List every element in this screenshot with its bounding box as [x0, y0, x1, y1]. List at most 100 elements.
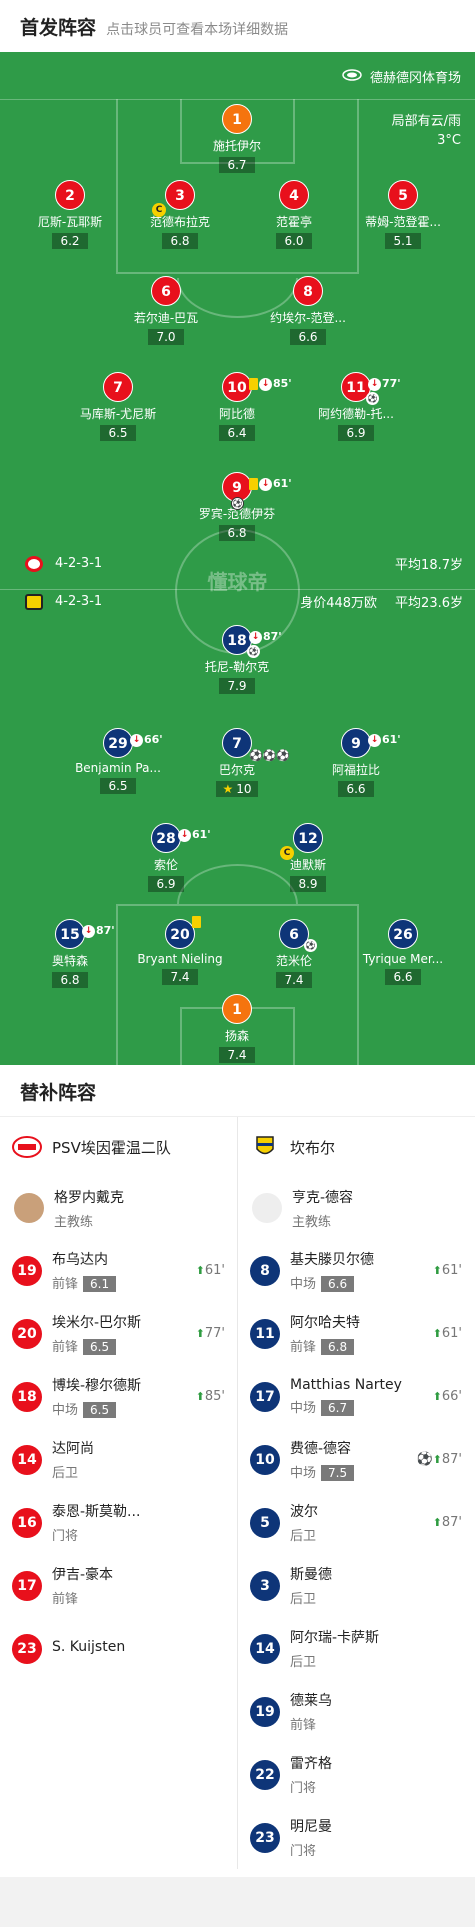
home-player-10[interactable]: 10 ↓ 85' 阿比德 6.4 — [172, 372, 302, 441]
sub-off-icon: ↓ — [259, 477, 272, 491]
sub-player-name: 泰恩-斯莫勒... — [52, 1504, 141, 1520]
sub-in-icon: ⬆ — [195, 1264, 205, 1277]
sub-player-row[interactable]: 16 泰恩-斯莫勒... 门将 — [0, 1491, 237, 1554]
sub-player-number: 17 — [12, 1570, 42, 1601]
sub-player-row[interactable]: 3 斯曼德 后卫 — [238, 1554, 474, 1617]
home-avg-age: 平均18.7岁 — [395, 558, 463, 573]
player-rating: 6.6 — [385, 969, 421, 985]
stadium-icon — [342, 68, 362, 85]
weather-desc: 局部有云/雨 — [391, 114, 461, 129]
player-name: 阿福拉比 — [331, 763, 380, 777]
home-player-gk[interactable]: 1 施托伊尔 6.7 — [172, 104, 302, 173]
sub-player-row[interactable]: 8 基夫滕贝尔德 中场 6.6 ⬆61' — [238, 1239, 474, 1302]
player-rating: 7.4 — [162, 969, 198, 985]
hat-trick-icons: ⚽⚽⚽ — [249, 749, 291, 762]
sub-in-minute: 61' — [441, 1263, 462, 1278]
player-number: 28 — [156, 831, 176, 847]
sub-player-row[interactable]: 19 布乌达内 前锋 6.1 ⬆61' — [0, 1239, 237, 1302]
player-rating: 6.8 — [219, 525, 255, 541]
sub-minute: 87' — [263, 630, 282, 643]
sub-player-row[interactable]: 22 雷齐格 门将 — [238, 1743, 474, 1806]
player-name: 马库斯-尤尼斯 — [79, 407, 157, 421]
sub-player-name: 雷齐格 — [290, 1756, 332, 1772]
sub-player-name: Matthias Nartey — [290, 1377, 402, 1393]
sub-player-name: 达阿尚 — [52, 1441, 94, 1457]
player-name: 约埃尔-范登... — [270, 311, 346, 325]
sub-player-position: 门将 — [52, 1529, 79, 1544]
sub-player-row[interactable]: 23 明尼曼 门将 — [238, 1806, 474, 1869]
player-name: 范德布拉克 — [149, 215, 210, 229]
sub-off-icon: ↓ — [130, 733, 143, 747]
player-number: 6 — [151, 276, 181, 306]
yellow-card-icon — [192, 916, 201, 928]
psv-logo-icon — [12, 1136, 42, 1158]
sub-in-indicator: ⬆77' — [196, 1326, 225, 1341]
player-events: ↓ 87' — [82, 916, 115, 946]
pitch: 德赫德冈体育场 局部有云/雨 3°C 懂球帝 4-2-3-1 平均18.7岁 4… — [0, 52, 475, 1065]
sub-player-row[interactable]: 14 阿尔瑞-卡萨斯 后卫 — [238, 1617, 474, 1680]
coach-avatar-placeholder-icon — [252, 1193, 282, 1223]
home-player-7[interactable]: 7 马库斯-尤尼斯 6.5 — [53, 372, 183, 441]
sub-player-number: 19 — [250, 1696, 280, 1727]
sub-in-indicator: ⚽⬆87' — [416, 1452, 462, 1467]
home-coach[interactable]: 格罗内戴克 主教练 — [0, 1177, 237, 1239]
sub-player-name: 阿尔哈夫特 — [290, 1315, 360, 1331]
away-subs-team[interactable]: 坎布尔 — [238, 1117, 474, 1177]
home-team-badge-icon — [25, 555, 43, 572]
away-player-12[interactable]: 12 C 迪默斯 8.9 — [243, 823, 373, 892]
sub-player-row[interactable]: 18 博埃-穆尔德斯 中场 6.5 ⬆85' — [0, 1365, 237, 1428]
player-number: 7 — [232, 736, 242, 752]
sub-player-row[interactable]: 5 波尔 后卫 ⬆87' — [238, 1491, 474, 1554]
home-player-11[interactable]: 11 ↓ 77' ⚽ 阿约德勒-托... 6.9 — [291, 372, 421, 441]
coach-name: 亨克-德容 — [292, 1189, 354, 1206]
sub-player-number: 11 — [250, 1318, 280, 1349]
player-number: 4 — [279, 180, 309, 210]
sub-player-row[interactable]: 10 费德-德容 中场 7.5 ⚽⬆87' — [238, 1428, 474, 1491]
away-player-28[interactable]: 28 ↓ 61' 索伦 6.9 — [101, 823, 231, 892]
home-player-8[interactable]: 8 约埃尔-范登... 6.6 — [243, 276, 373, 345]
home-player-5[interactable]: 5 蒂姆-范登霍... 5.1 — [338, 180, 468, 249]
away-coach[interactable]: 亨克-德容 主教练 — [238, 1177, 474, 1239]
sub-player-row[interactable]: 14 达阿尚 后卫 — [0, 1428, 237, 1491]
sub-in-minute: 87' — [441, 1452, 462, 1467]
lineup-title: 首发阵容 — [20, 17, 97, 39]
home-player-9[interactable]: 9 ↓ 61' ⚽ 罗宾-范德伊芬 6.8 — [172, 472, 302, 541]
player-rating: 6.0 — [276, 233, 312, 249]
sub-player-name: 布乌达内 — [52, 1252, 108, 1268]
home-subs-column: PSV埃因霍温二队 格罗内戴克 主教练 19 布乌达内 前锋 6.1 ⬆61' 20 埃米尔-… — [0, 1117, 237, 1869]
coach-name: 格罗内戴克 — [54, 1189, 124, 1206]
away-player-gk[interactable]: 1 扬森 7.4 — [172, 994, 302, 1063]
sub-player-row[interactable]: 20 埃米尔-巴尔斯 前锋 6.5 ⬆77' — [0, 1302, 237, 1365]
home-player-3[interactable]: 3C 范德布拉克 6.8 — [115, 180, 245, 249]
away-player-18[interactable]: 18 ↓ 87' ⚽ 托尼-勒尔克 7.9 — [172, 625, 302, 694]
away-player-9[interactable]: 9 ↓ 61' 阿福拉比 6.6 — [291, 728, 421, 797]
sub-player-position: 后卫 — [290, 1655, 317, 1670]
sub-player-row[interactable]: 23 S. Kuijsten — [0, 1617, 237, 1680]
sub-player-row[interactable]: 11 阿尔哈夫特 前锋 6.8 ⬆61' — [238, 1302, 474, 1365]
sub-minute: 61' — [273, 477, 292, 490]
away-player-20[interactable]: 20 Bryant Nieling 7.4 — [115, 916, 245, 985]
player-name: Benjamin Pa... — [75, 761, 161, 775]
away-player-26[interactable]: 26 Tyrique Mer... 6.6 — [338, 919, 468, 985]
sub-player-number: 20 — [12, 1318, 42, 1349]
own-goal-icon: ⚽ — [247, 645, 260, 658]
sub-player-row[interactable]: 17 伊吉-豪本 前锋 — [0, 1554, 237, 1617]
sub-player-row[interactable]: 19 德莱乌 前锋 — [238, 1680, 474, 1743]
player-rating: 6.9 — [338, 425, 374, 441]
away-formation-row: 4-2-3-1 身价448万欧 平均23.6岁 — [25, 592, 463, 611]
away-player-7[interactable]: 7 ⚽⚽⚽ 巴尔克 ★ 10 — [172, 728, 302, 797]
player-rating: 8.9 — [290, 876, 326, 892]
goal-icon: ⚽ — [231, 497, 244, 510]
player-rating: 6.5 — [100, 425, 136, 441]
away-player-29[interactable]: 29 ↓ 66' Benjamin Pa... 6.5 — [53, 728, 183, 794]
sub-minute: 61' — [382, 733, 401, 746]
player-name: 施托伊尔 — [212, 139, 261, 153]
sub-player-row[interactable]: 17 Matthias Nartey 中场 6.7 ⬆66' — [238, 1365, 474, 1428]
home-player-6[interactable]: 6 若尔迪-巴瓦 7.0 — [101, 276, 231, 345]
home-subs-team[interactable]: PSV埃因霍温二队 — [0, 1117, 237, 1177]
star-icon: ★ — [222, 782, 234, 796]
sub-player-number: 3 — [250, 1570, 280, 1601]
sub-minute: 85' — [273, 377, 292, 390]
player-events: ↓ 66' — [130, 725, 163, 755]
goal-icon: ⚽ — [416, 1452, 433, 1467]
